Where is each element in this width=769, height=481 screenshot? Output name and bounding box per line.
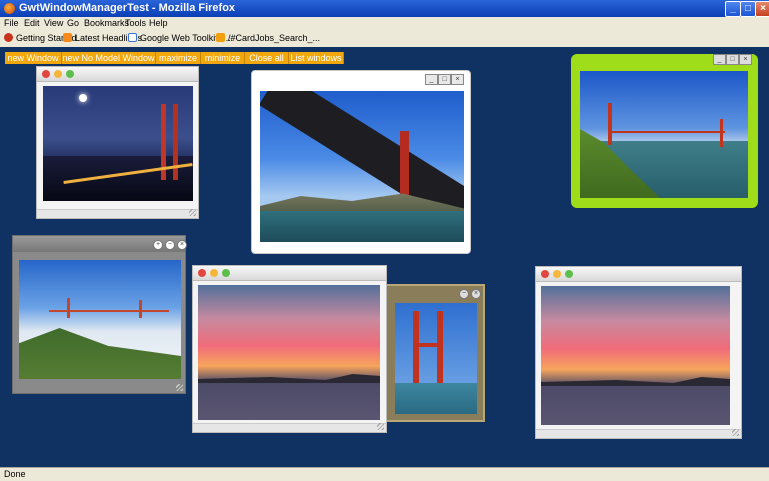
photo-golden-gate-underneath: [260, 91, 464, 242]
status-text: Done: [4, 469, 26, 479]
minimize-icon[interactable]: −: [459, 289, 469, 299]
resize-grip[interactable]: [176, 384, 183, 391]
photo-window-3[interactable]: _ □ ×: [571, 54, 758, 208]
photo-golden-gate-tower: [395, 303, 477, 414]
photo-window-2[interactable]: _ □ ×: [251, 70, 471, 254]
menu-view[interactable]: View: [44, 18, 63, 28]
bookmark-cardjobs[interactable]: /#CardJobs_Search_...: [216, 33, 320, 43]
minimize-all-button[interactable]: minimize: [201, 52, 245, 64]
minimize-icon[interactable]: _: [713, 54, 726, 65]
close-icon[interactable]: ×: [471, 289, 481, 299]
close-all-button[interactable]: Close all: [245, 52, 289, 64]
photo-window-4[interactable]: + − ×: [12, 235, 187, 394]
resize-grip[interactable]: [377, 423, 384, 430]
resize-grip[interactable]: [732, 429, 739, 436]
menu-file[interactable]: File: [4, 18, 19, 28]
close-icon[interactable]: ×: [739, 54, 752, 65]
bookmark-icon: [216, 33, 225, 42]
maximize-icon[interactable]: +: [153, 240, 163, 250]
photo-golden-gate-night: [43, 86, 193, 201]
close-icon[interactable]: ×: [451, 74, 464, 85]
minimize-icon[interactable]: _: [425, 74, 438, 85]
minimize-icon[interactable]: −: [165, 240, 175, 250]
minimize-icon[interactable]: [553, 270, 561, 278]
menu-bookmarks[interactable]: Bookmarks: [84, 18, 129, 28]
list-windows-button[interactable]: List windows: [289, 52, 344, 64]
minimize-icon[interactable]: [54, 70, 62, 78]
maximize-icon[interactable]: [565, 270, 573, 278]
menu-go[interactable]: Go: [67, 18, 79, 28]
window-title: GwtWindowManagerTest - Mozilla Firefox: [19, 2, 236, 14]
minimize-button[interactable]: _: [725, 1, 741, 17]
close-icon[interactable]: [42, 70, 50, 78]
photo-golden-gate-fog: [19, 260, 181, 379]
photo-window-7[interactable]: [535, 266, 742, 439]
photo-window-6[interactable]: − ×: [384, 284, 485, 422]
firefox-icon: [4, 33, 13, 42]
close-icon[interactable]: [198, 269, 206, 277]
photo-sunset-bay: [198, 285, 380, 420]
photo-window-1[interactable]: [36, 66, 199, 219]
maximize-icon[interactable]: [66, 70, 74, 78]
maximize-all-button[interactable]: maximize: [156, 52, 201, 64]
minimize-icon[interactable]: [210, 269, 218, 277]
photo-golden-gate-green-cliff: [580, 71, 748, 198]
close-icon[interactable]: ×: [177, 240, 187, 250]
menu-edit[interactable]: Edit: [24, 18, 40, 28]
google-icon: [128, 33, 137, 42]
resize-grip[interactable]: [189, 209, 196, 216]
menu-tools[interactable]: Tools: [125, 18, 146, 28]
close-button[interactable]: ×: [755, 1, 769, 17]
maximize-button[interactable]: □: [740, 1, 756, 17]
maximize-icon[interactable]: [222, 269, 230, 277]
title-bar[interactable]: GwtWindowManagerTest - Mozilla Firefox _…: [0, 0, 769, 17]
status-bar: Done: [0, 467, 769, 481]
photo-sunset-bay: [541, 286, 730, 425]
menu-help[interactable]: Help: [149, 18, 168, 28]
menu-bar: File Edit View Go Bookmarks Tools Help: [0, 17, 769, 31]
rss-icon: [63, 33, 72, 42]
close-icon[interactable]: [541, 270, 549, 278]
firefox-icon: [4, 3, 15, 14]
maximize-icon[interactable]: □: [438, 74, 451, 85]
new-no-model-window-button[interactable]: new No Model Window: [62, 52, 156, 64]
new-window-button[interactable]: new Window: [5, 52, 62, 64]
bookmarks-toolbar: Getting Started Latest Headlines Google …: [0, 31, 769, 48]
maximize-icon[interactable]: □: [726, 54, 739, 65]
photo-window-5[interactable]: [192, 265, 387, 433]
